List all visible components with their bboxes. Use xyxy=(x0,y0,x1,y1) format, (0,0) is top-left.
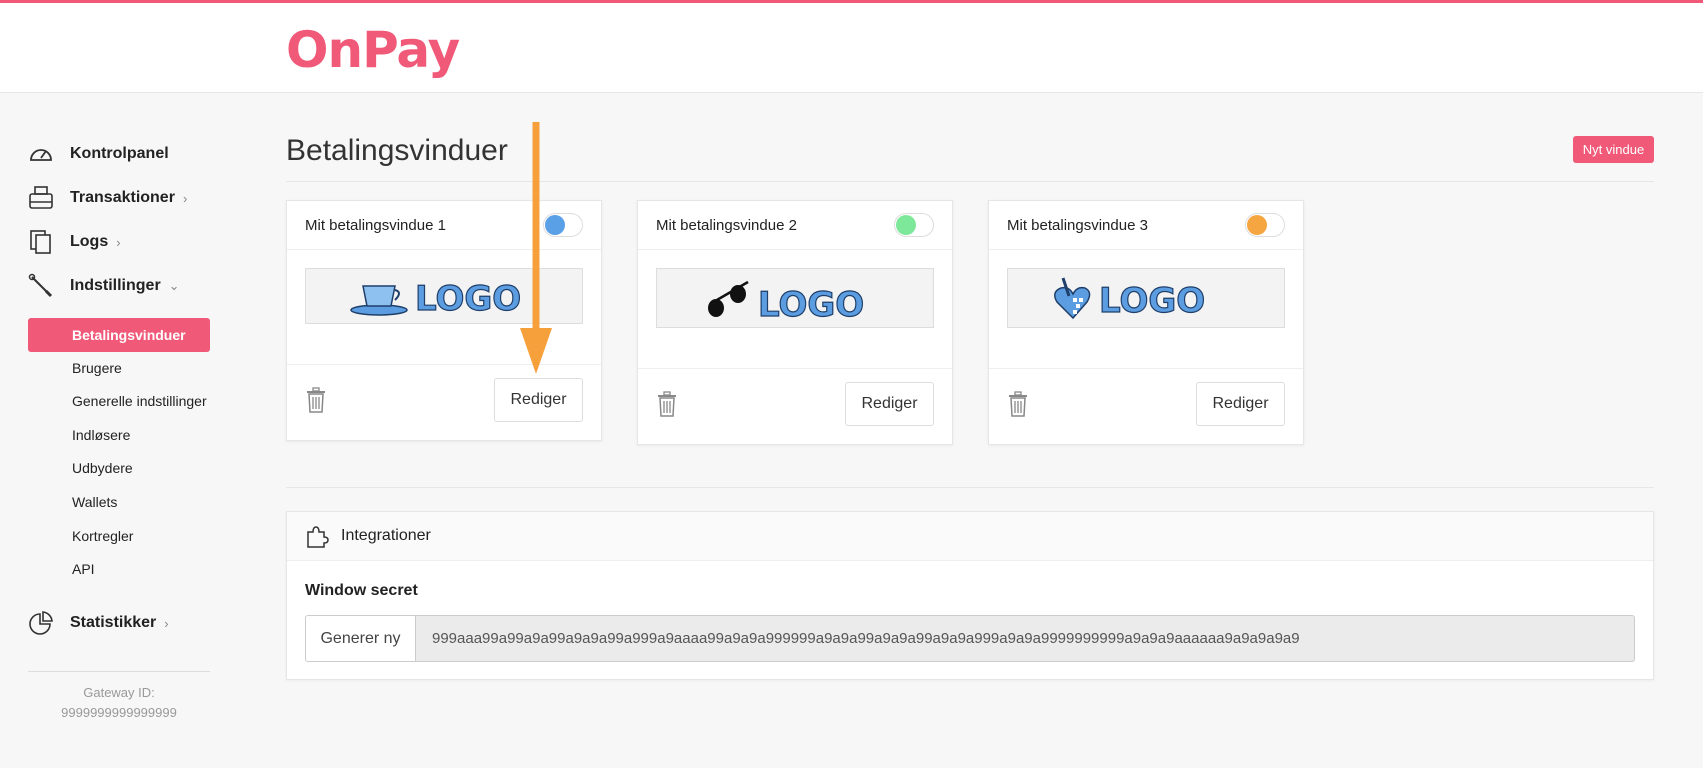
sidebar-subitem-indlosere[interactable]: Indløsere xyxy=(28,420,210,450)
teacup-icon: LOGO xyxy=(350,278,522,318)
sidebar-subitem-brugere[interactable]: Brugere xyxy=(28,353,210,383)
window-secret-row: Generer ny xyxy=(305,615,1635,662)
integrations-title: Integrationer xyxy=(341,527,431,544)
app-header: OnPay xyxy=(0,3,1703,93)
card-footer: Rediger xyxy=(638,368,952,444)
sidebar-subitem-wallets[interactable]: Wallets xyxy=(28,487,210,517)
sidebar-item-label: Transaktioner xyxy=(70,189,175,206)
sidebar-item-kontrolpanel[interactable]: Kontrolpanel xyxy=(28,138,218,170)
card-title: Mit betalingsvindue 2 xyxy=(656,216,797,234)
sidebar-item-transaktioner[interactable]: Transaktioner › xyxy=(28,182,218,214)
payment-window-card: Mit betalingsvindue 1 LOGO Rediger xyxy=(286,200,602,441)
card-title: Mit betalingsvindue 3 xyxy=(1007,216,1148,234)
sunglasses-icon: LOGO xyxy=(708,280,865,322)
wrench-icon xyxy=(28,273,53,298)
gateway-id: 9999999999999999 xyxy=(61,705,177,720)
sidebar-item-label: Indstillinger xyxy=(70,277,161,294)
sidebar-subitem-generelle-indstillinger[interactable]: Generelle indstillinger xyxy=(28,386,210,416)
card-header: Mit betalingsvindue 2 xyxy=(638,201,952,250)
sidebar-subitem-api[interactable]: API xyxy=(28,554,210,584)
card-footer: Rediger xyxy=(989,368,1303,444)
sidebar-subitem-betalingsvinduer[interactable]: Betalingsvinduer xyxy=(28,318,210,352)
title-divider xyxy=(286,181,1654,182)
gateway-label: Gateway ID: xyxy=(83,685,155,700)
window-secret-field[interactable] xyxy=(416,615,1635,662)
section-divider xyxy=(286,487,1654,488)
edit-button[interactable]: Rediger xyxy=(494,378,583,422)
chevron-down-icon: ⌄ xyxy=(168,278,180,293)
logo-preview: LOGO xyxy=(1007,268,1285,328)
active-toggle[interactable] xyxy=(1245,213,1285,237)
payment-window-card: Mit betalingsvindue 2 LOGO Rediger xyxy=(637,200,953,445)
window-secret-label: Window secret xyxy=(305,582,418,599)
trash-icon[interactable] xyxy=(305,387,327,413)
sidebar-item-label: Kontrolpanel xyxy=(70,145,169,162)
active-toggle[interactable] xyxy=(894,213,934,237)
payment-window-card: Mit betalingsvindue 3 LOGO Rediger xyxy=(988,200,1304,445)
logo-text: LOGO xyxy=(758,285,864,322)
logo-text: LOGO xyxy=(1099,281,1205,321)
card-footer: Rediger xyxy=(287,364,601,440)
integrations-panel: Integrationer Window secret Generer ny xyxy=(286,511,1654,680)
sidebar-item-indstillinger[interactable]: Indstillinger ⌄ xyxy=(28,270,218,302)
edit-button[interactable]: Rediger xyxy=(1196,382,1285,426)
sidebar-item-statistikker[interactable]: Statistikker › xyxy=(28,607,218,639)
toggle-knob xyxy=(896,215,916,235)
card-header: Mit betalingsvindue 1 xyxy=(287,201,601,250)
toggle-knob xyxy=(545,215,565,235)
card-header: Mit betalingsvindue 3 xyxy=(989,201,1303,250)
documents-icon xyxy=(30,230,51,254)
page-title: Betalingsvinduer xyxy=(286,134,508,167)
sidebar-subitem-kortregler[interactable]: Kortregler xyxy=(28,521,210,551)
chevron-right-icon: › xyxy=(164,615,169,631)
trash-icon[interactable] xyxy=(656,391,678,417)
sidebar-item-label: Statistikker xyxy=(70,614,157,631)
brand-logo[interactable]: OnPay xyxy=(286,21,460,79)
toggle-knob xyxy=(1247,215,1267,235)
generate-secret-button[interactable]: Generer ny xyxy=(305,615,416,662)
cash-register-icon xyxy=(29,186,53,209)
chevron-right-icon: › xyxy=(182,190,188,206)
sidebar-divider xyxy=(28,671,210,672)
gauge-icon xyxy=(30,149,52,161)
logo-text: LOGO xyxy=(415,279,521,318)
sidebar-item-label: Logs xyxy=(70,233,109,250)
sidebar-item-logs[interactable]: Logs › xyxy=(28,226,218,258)
active-toggle[interactable] xyxy=(543,213,583,237)
puzzle-icon xyxy=(307,526,329,548)
trash-icon[interactable] xyxy=(1007,391,1029,417)
sidebar-subitem-udbydere[interactable]: Udbydere xyxy=(28,453,210,483)
heart-hand-icon: LOGO xyxy=(1054,277,1206,322)
card-title: Mit betalingsvindue 1 xyxy=(305,216,446,234)
edit-button[interactable]: Rediger xyxy=(845,382,934,426)
logo-preview: LOGO xyxy=(305,268,583,324)
logo-preview: LOGO xyxy=(656,268,934,328)
pie-chart-icon xyxy=(29,611,53,635)
new-window-button[interactable]: Nyt vindue xyxy=(1573,136,1654,163)
integrations-header: Integrationer xyxy=(287,512,1653,561)
chevron-right-icon: › xyxy=(116,234,121,250)
